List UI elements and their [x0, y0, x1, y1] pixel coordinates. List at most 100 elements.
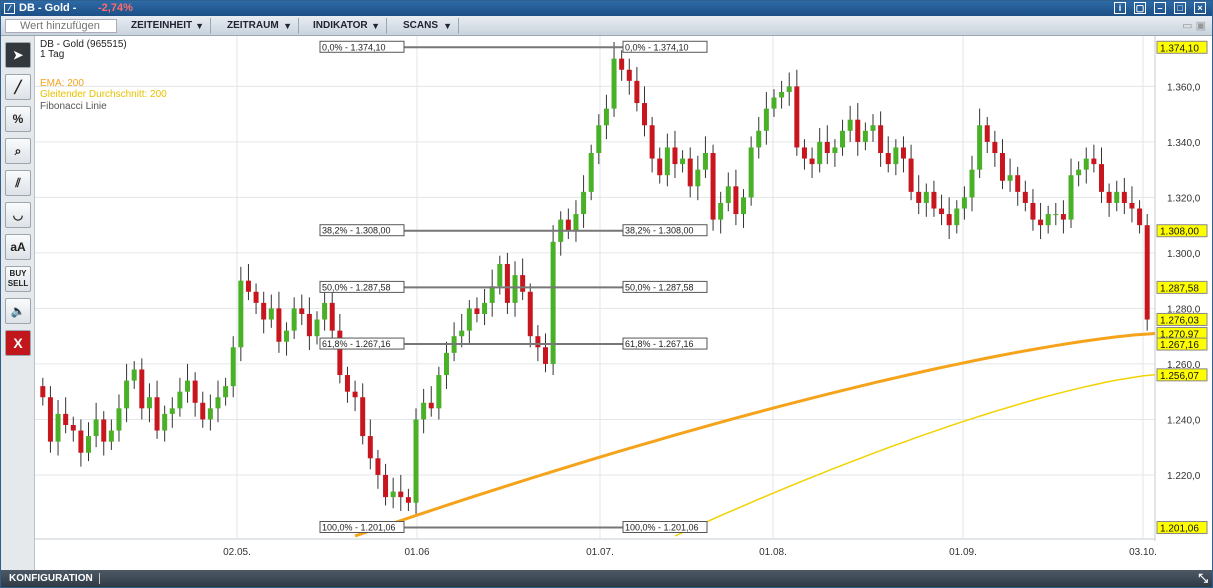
menu-scans[interactable]: SCANS▼: [395, 18, 459, 34]
candle-down: [139, 369, 144, 408]
candle-up: [497, 264, 502, 286]
minimize-icon[interactable]: –: [1154, 2, 1166, 14]
candle-up: [124, 381, 129, 409]
candle-up: [444, 353, 449, 375]
price-axis-marker-label: 1.287,58: [1160, 283, 1199, 294]
dropdown-arrow-icon: ▼: [195, 18, 204, 34]
y-tick-label: 1.340,0: [1167, 138, 1201, 149]
line-tool[interactable]: ╱: [5, 74, 31, 100]
menu-timerange-label: ZEITRAUM: [227, 20, 279, 31]
candle-up: [147, 397, 152, 408]
candle-down: [299, 308, 304, 314]
candle-down: [48, 397, 53, 441]
menu-indicator-label: INDIKATOR: [313, 20, 368, 31]
sound-tool[interactable]: 🔈: [5, 298, 31, 324]
candle-down: [398, 492, 403, 498]
candle-down: [802, 147, 807, 158]
candle-down: [78, 431, 83, 453]
candle-up: [132, 369, 137, 380]
cursor-tool[interactable]: ➤: [5, 42, 31, 68]
menu-timerange[interactable]: ZEITRAUM▼: [219, 18, 299, 34]
candle-down: [688, 159, 693, 187]
price-axis-marker-label: 1.267,16: [1160, 340, 1199, 351]
candle-up: [231, 347, 236, 386]
candle-up: [56, 414, 61, 442]
candle-down: [916, 192, 921, 203]
candle-down: [1023, 192, 1028, 203]
fib-label: 61,8% - 1.267,16: [625, 339, 694, 349]
dropdown-arrow-icon: ▼: [371, 18, 380, 34]
toolbar-right-icons: ▭ ▣: [1182, 19, 1206, 32]
menu-indicator[interactable]: INDIKATOR▼: [305, 18, 387, 34]
sma-200-line: [675, 375, 1155, 536]
save-icon[interactable]: ▣: [1196, 20, 1206, 32]
candle-down: [276, 308, 281, 341]
text-icon: aA: [10, 240, 25, 254]
y-tick-label: 1.220,0: [1167, 471, 1201, 482]
add-value-input[interactable]: [5, 19, 117, 33]
zoom-tool[interactable]: ⌕: [5, 138, 31, 164]
candle-up: [482, 303, 487, 314]
candle-down: [1000, 153, 1005, 181]
candle-up: [436, 375, 441, 408]
candle-up: [589, 153, 594, 192]
candle-up: [954, 209, 959, 226]
candle-up: [977, 125, 982, 169]
info-icon[interactable]: i: [1114, 2, 1126, 14]
candle-down: [520, 275, 525, 292]
close-icon: X: [13, 335, 22, 351]
candle-up: [680, 159, 685, 165]
candle-up: [604, 109, 609, 126]
legend-interval: 1 Tag: [40, 49, 64, 60]
candle-down: [360, 397, 365, 436]
delete-tool[interactable]: X: [5, 330, 31, 356]
y-tick-label: 1.300,0: [1167, 249, 1201, 260]
candle-up: [223, 386, 228, 397]
candle-up: [871, 125, 876, 131]
folder-icon[interactable]: ▭: [1182, 20, 1192, 32]
candle-down: [711, 153, 716, 220]
candle-down: [642, 103, 647, 125]
candle-up: [215, 397, 220, 408]
candle-down: [1091, 159, 1096, 165]
menu-timeunit[interactable]: ZEITEINHEIT▼: [123, 18, 211, 34]
menu-scans-label: SCANS: [403, 20, 438, 31]
restore-icon[interactable]: ▢: [1134, 2, 1146, 14]
close-window-icon[interactable]: ×: [1194, 2, 1206, 14]
candle-up: [1069, 175, 1074, 219]
candle-up: [238, 281, 243, 348]
candle-down: [1099, 164, 1104, 192]
percent-tool[interactable]: %: [5, 106, 31, 132]
arc-tool[interactable]: ◡: [5, 202, 31, 228]
candle-down: [947, 214, 952, 225]
x-tick-label: 01.09.: [949, 547, 977, 558]
candle-up: [269, 308, 274, 319]
candle-down: [650, 125, 655, 158]
candle-down: [1145, 225, 1150, 319]
candle-up: [787, 86, 792, 92]
parallel-lines-tool[interactable]: ⫽: [5, 170, 31, 196]
candle-down: [1107, 192, 1112, 203]
candle-down: [672, 147, 677, 164]
candle-up: [177, 392, 182, 409]
text-tool[interactable]: aA: [5, 234, 31, 260]
candle-up: [94, 419, 99, 436]
buy-sell-tool[interactable]: BUY SELL: [5, 266, 31, 292]
y-tick-label: 1.360,0: [1167, 82, 1201, 93]
candle-up: [703, 153, 708, 170]
candle-down: [353, 392, 358, 398]
candle-down: [901, 147, 906, 158]
candle-down: [1137, 209, 1142, 226]
maximize-icon[interactable]: □: [1174, 2, 1186, 14]
price-axis-marker-label: 1.201,06: [1160, 524, 1199, 535]
resize-icon[interactable]: ⤡: [1198, 571, 1208, 586]
candle-up: [970, 170, 975, 198]
price-chart[interactable]: 1.360,01.340,01.320,01.300,01.280,01.260…: [35, 36, 1212, 570]
candle-down: [345, 375, 350, 392]
fib-label: 100,0% - 1.201,06: [322, 523, 396, 533]
chart-canvas[interactable]: 1.360,01.340,01.320,01.300,01.280,01.260…: [35, 36, 1212, 570]
x-tick-label: 01.07.: [586, 547, 614, 558]
price-axis-marker-label: 1.256,07: [1160, 371, 1199, 382]
configuration-button[interactable]: KONFIGURATION: [9, 573, 100, 584]
candle-down: [535, 336, 540, 347]
